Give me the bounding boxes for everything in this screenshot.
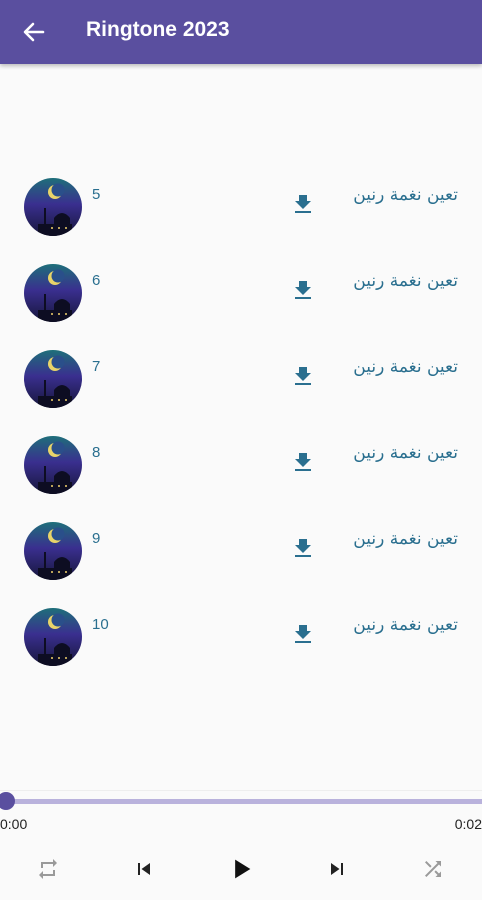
ringtone-number: 7 [92, 358, 101, 375]
download-icon[interactable] [293, 278, 313, 300]
list-item[interactable]: 5 تعين نغمة رنين [0, 172, 482, 242]
arrow-back-icon[interactable] [18, 14, 50, 50]
download-icon[interactable] [293, 450, 313, 472]
set-ringtone-label[interactable]: تعين نغمة رنين [353, 357, 458, 377]
download-icon[interactable] [293, 536, 313, 558]
seek-bar[interactable] [6, 799, 482, 804]
list-item[interactable]: 9 تعين نغمة رنين [0, 516, 482, 586]
ringtone-thumbnail [24, 436, 82, 494]
set-ringtone-label[interactable]: تعين نغمة رنين [353, 185, 458, 205]
set-ringtone-label[interactable]: تعين نغمة رنين [353, 271, 458, 291]
download-icon[interactable] [293, 364, 313, 386]
list-item[interactable]: 8 تعين نغمة رنين [0, 430, 482, 500]
download-icon[interactable] [293, 192, 313, 214]
ringtone-number: 9 [92, 530, 101, 547]
ringtone-thumbnail [24, 608, 82, 666]
skip-next-icon[interactable] [320, 852, 354, 886]
list-item[interactable]: 7 تعين نغمة رنين [0, 344, 482, 414]
set-ringtone-label[interactable]: تعين نغمة رنين [353, 443, 458, 463]
ringtone-number: 6 [92, 272, 101, 289]
ringtone-number: 10 [92, 616, 109, 633]
download-icon[interactable] [293, 622, 313, 644]
play-icon[interactable] [224, 852, 258, 886]
repeat-icon[interactable] [31, 852, 65, 886]
player-divider [0, 790, 482, 791]
set-ringtone-label[interactable]: تعين نغمة رنين [353, 615, 458, 635]
set-ringtone-label[interactable]: تعين نغمة رنين [353, 529, 458, 549]
app-bar: Ringtone 2023 [0, 0, 482, 64]
ringtone-number: 5 [92, 186, 101, 203]
ringtone-thumbnail [24, 264, 82, 322]
ringtone-thumbnail [24, 522, 82, 580]
seek-thumb[interactable] [0, 792, 15, 810]
ringtone-thumbnail [24, 350, 82, 408]
list-item[interactable]: 6 تعين نغمة رنين [0, 258, 482, 328]
list-item[interactable]: 10 تعين نغمة رنين [0, 602, 482, 672]
page-title: Ringtone 2023 [86, 18, 230, 41]
skip-previous-icon[interactable] [127, 852, 161, 886]
total-time: 0:02 [454, 816, 482, 832]
current-time: 0:00 [0, 816, 28, 832]
shuffle-icon[interactable] [416, 852, 450, 886]
ringtone-number: 8 [92, 444, 101, 461]
ringtone-thumbnail [24, 178, 82, 236]
